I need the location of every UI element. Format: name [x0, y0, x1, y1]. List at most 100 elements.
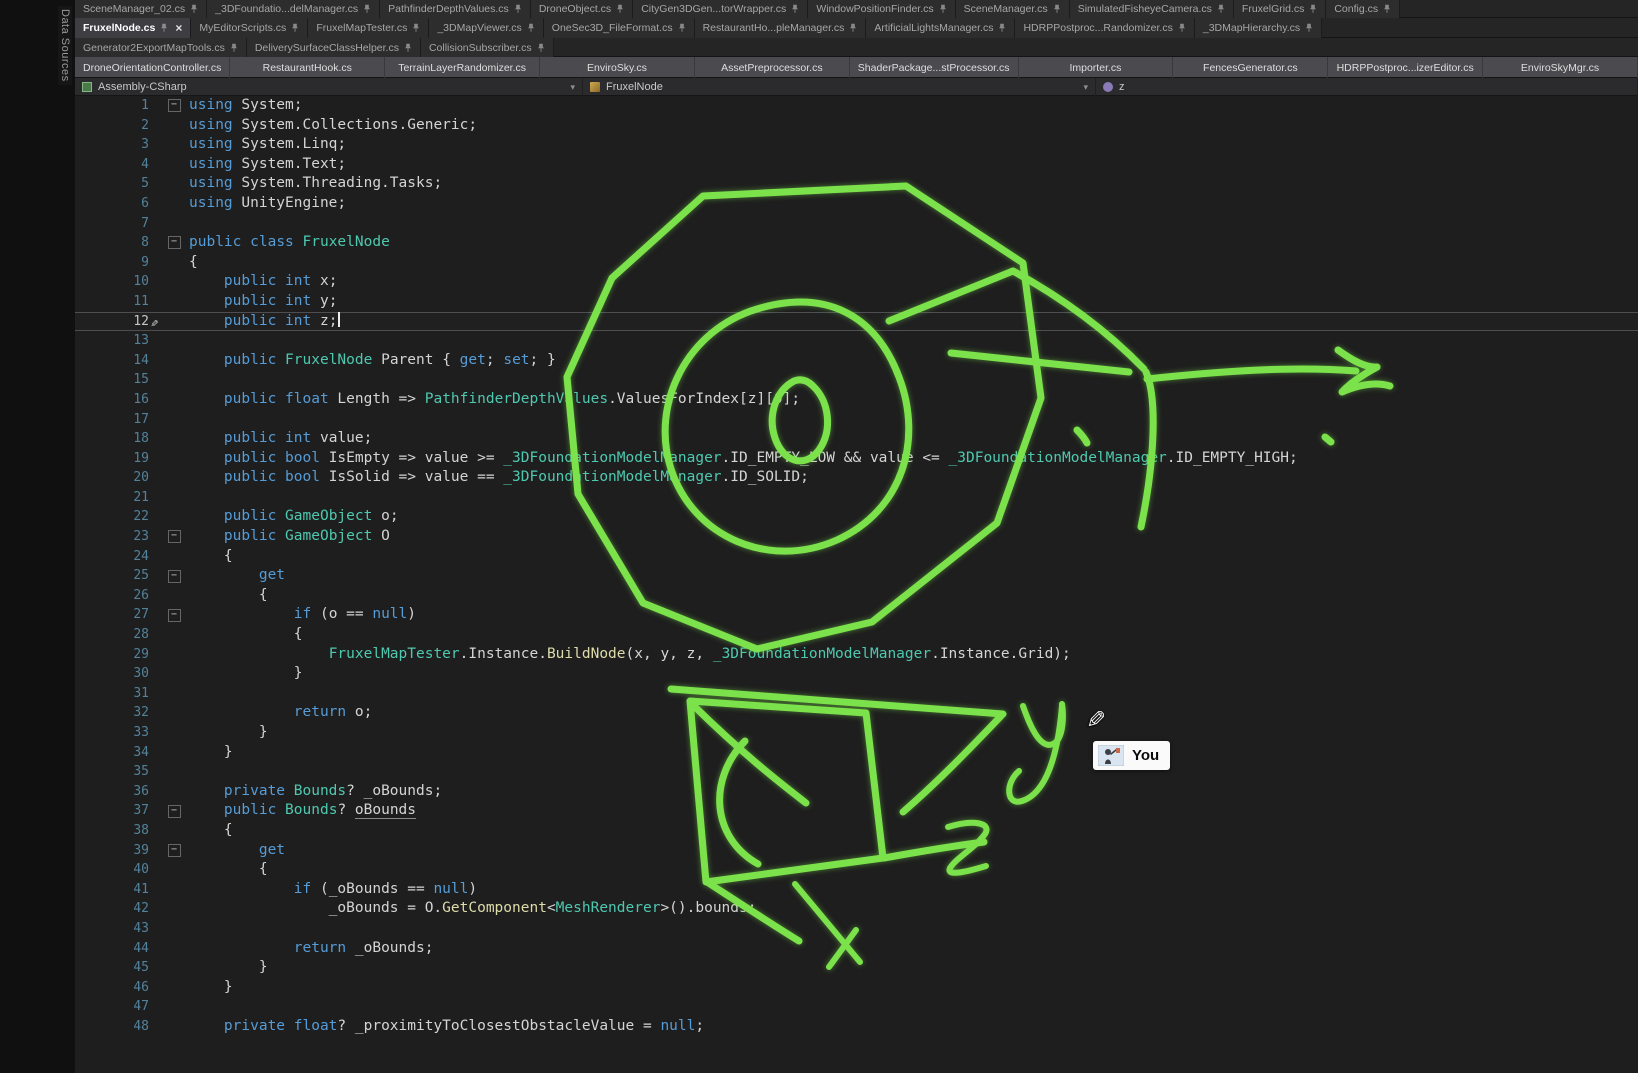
- document-tab[interactable]: Generator2ExportMapTools.cs: [75, 38, 247, 57]
- line-number[interactable]: 38: [75, 821, 159, 841]
- pin-icon[interactable]: [412, 23, 420, 33]
- document-tab[interactable]: DeliverySurfaceClassHelper.cs: [247, 38, 421, 57]
- line-number[interactable]: 8: [75, 233, 159, 253]
- code-line[interactable]: 17: [75, 410, 1638, 430]
- line-number[interactable]: 6: [75, 194, 159, 214]
- line-number[interactable]: 22: [75, 507, 159, 527]
- line-number[interactable]: 26: [75, 586, 159, 606]
- pin-icon[interactable]: [1383, 4, 1391, 14]
- line-number[interactable]: 35: [75, 762, 159, 782]
- code-line[interactable]: 9{: [75, 253, 1638, 273]
- code-line[interactable]: 46 }: [75, 978, 1638, 998]
- document-tab[interactable]: MyEditorScripts.cs: [191, 18, 308, 38]
- code-line[interactable]: 34 }: [75, 743, 1638, 763]
- document-tab[interactable]: SceneManager_02.cs: [75, 0, 207, 18]
- code-line[interactable]: 6using UnityEngine;: [75, 194, 1638, 214]
- line-number[interactable]: 21: [75, 488, 159, 508]
- line-number[interactable]: 46: [75, 978, 159, 998]
- type-dropdown[interactable]: FruxelNode ▾: [583, 78, 1096, 96]
- close-icon[interactable]: ×: [175, 21, 182, 35]
- document-tab[interactable]: FruxelGrid.cs: [1234, 0, 1326, 18]
- code-line[interactable]: 45 }: [75, 958, 1638, 978]
- code-line[interactable]: 8−public class FruxelNode: [75, 233, 1638, 253]
- document-tab[interactable]: DroneObject.cs: [531, 0, 633, 18]
- pin-icon[interactable]: [404, 43, 412, 53]
- code-line[interactable]: 38 {: [75, 821, 1638, 841]
- line-number[interactable]: 20: [75, 468, 159, 488]
- code-line[interactable]: 2using System.Collections.Generic;: [75, 116, 1638, 136]
- pin-icon[interactable]: [1053, 4, 1061, 14]
- code-line[interactable]: 13: [75, 331, 1638, 351]
- code-line[interactable]: 10 public int x;: [75, 272, 1638, 292]
- code-line[interactable]: 25− get: [75, 566, 1638, 586]
- document-tab[interactable]: SceneManager.cs: [956, 0, 1070, 18]
- document-tab[interactable]: Importer.cs: [1019, 57, 1174, 78]
- pin-icon[interactable]: [230, 43, 238, 53]
- code-line[interactable]: 48 private float? _proximityToClosestObs…: [75, 1017, 1638, 1037]
- code-line[interactable]: 16 public float Length => PathfinderDept…: [75, 390, 1638, 410]
- pin-icon[interactable]: [190, 4, 198, 14]
- code-line[interactable]: 39− get: [75, 841, 1638, 861]
- line-number[interactable]: 48: [75, 1017, 159, 1037]
- line-number[interactable]: 4: [75, 155, 159, 175]
- code-line[interactable]: 5using System.Threading.Tasks;: [75, 174, 1638, 194]
- line-number[interactable]: 1: [75, 96, 159, 116]
- pin-icon[interactable]: [616, 4, 624, 14]
- document-tab[interactable]: RestaurantHook.cs: [230, 57, 385, 78]
- document-tab[interactable]: FruxelNode.cs×: [75, 18, 191, 38]
- code-line[interactable]: 11 public int y;: [75, 292, 1638, 312]
- fold-toggle-icon[interactable]: −: [168, 805, 181, 818]
- line-number[interactable]: 16: [75, 390, 159, 410]
- line-number[interactable]: 18: [75, 429, 159, 449]
- line-number[interactable]: 45: [75, 958, 159, 978]
- pin-icon[interactable]: [1217, 4, 1225, 14]
- line-number[interactable]: 27: [75, 605, 159, 625]
- pin-icon[interactable]: [791, 4, 799, 14]
- line-number[interactable]: 15: [75, 370, 159, 390]
- pin-icon[interactable]: [998, 23, 1006, 33]
- pin-icon[interactable]: [363, 4, 371, 14]
- code-line[interactable]: 18 public int value;: [75, 429, 1638, 449]
- document-tab[interactable]: PathfinderDepthValues.cs: [380, 0, 531, 18]
- document-tab[interactable]: WindowPositionFinder.cs: [808, 0, 955, 18]
- fold-toggle-icon[interactable]: −: [168, 570, 181, 583]
- document-tab[interactable]: TerrainLayerRandomizer.cs: [385, 57, 540, 78]
- pin-icon[interactable]: [939, 4, 947, 14]
- line-number[interactable]: 29: [75, 645, 159, 665]
- pin-icon[interactable]: [1309, 4, 1317, 14]
- pin-icon[interactable]: [527, 23, 535, 33]
- code-line[interactable]: 27− if (o == null): [75, 605, 1638, 625]
- line-number[interactable]: 10: [75, 272, 159, 292]
- code-line[interactable]: 40 {: [75, 860, 1638, 880]
- line-number[interactable]: 14: [75, 351, 159, 371]
- document-tab[interactable]: RestaurantHo...pleManager.cs: [695, 18, 867, 38]
- document-tab[interactable]: AssetPreprocessor.cs: [695, 57, 850, 78]
- code-line[interactable]: 19 public bool IsEmpty => value >= _3DFo…: [75, 449, 1638, 469]
- code-line[interactable]: 12✎ public int z;: [75, 312, 1638, 332]
- document-tab[interactable]: HDRPPostproc...izerEditor.cs: [1328, 57, 1483, 78]
- fold-toggle-icon[interactable]: −: [168, 236, 181, 249]
- code-line[interactable]: 4using System.Text;: [75, 155, 1638, 175]
- code-line[interactable]: 29 FruxelMapTester.Instance.BuildNode(x,…: [75, 645, 1638, 665]
- code-line[interactable]: 26 {: [75, 586, 1638, 606]
- fold-toggle-icon[interactable]: −: [168, 844, 181, 857]
- code-line[interactable]: 28 {: [75, 625, 1638, 645]
- pin-icon[interactable]: [1305, 23, 1313, 33]
- code-line[interactable]: 30 }: [75, 664, 1638, 684]
- pin-icon[interactable]: [291, 23, 299, 33]
- document-tab[interactable]: ShaderPackage...stProcessor.cs: [850, 57, 1019, 78]
- code-line[interactable]: 44 return _oBounds;: [75, 939, 1638, 959]
- code-line[interactable]: 35: [75, 762, 1638, 782]
- code-line[interactable]: 33 }: [75, 723, 1638, 743]
- code-line[interactable]: 7: [75, 214, 1638, 234]
- document-tab[interactable]: CityGen3DGen...torWrapper.cs: [633, 0, 808, 18]
- line-number[interactable]: 3: [75, 135, 159, 155]
- document-tab[interactable]: OneSec3D_FileFormat.cs: [544, 18, 695, 38]
- document-tab[interactable]: FruxelMapTester.cs: [308, 18, 429, 38]
- document-tab[interactable]: DroneOrientationController.cs: [75, 57, 230, 78]
- document-tab[interactable]: EnviroSkyMgr.cs: [1483, 57, 1638, 78]
- code-line[interactable]: 37− public Bounds? oBounds: [75, 801, 1638, 821]
- code-line[interactable]: 43: [75, 919, 1638, 939]
- line-number[interactable]: 41: [75, 880, 159, 900]
- data-sources-tool-tab[interactable]: Data Sources: [58, 6, 72, 85]
